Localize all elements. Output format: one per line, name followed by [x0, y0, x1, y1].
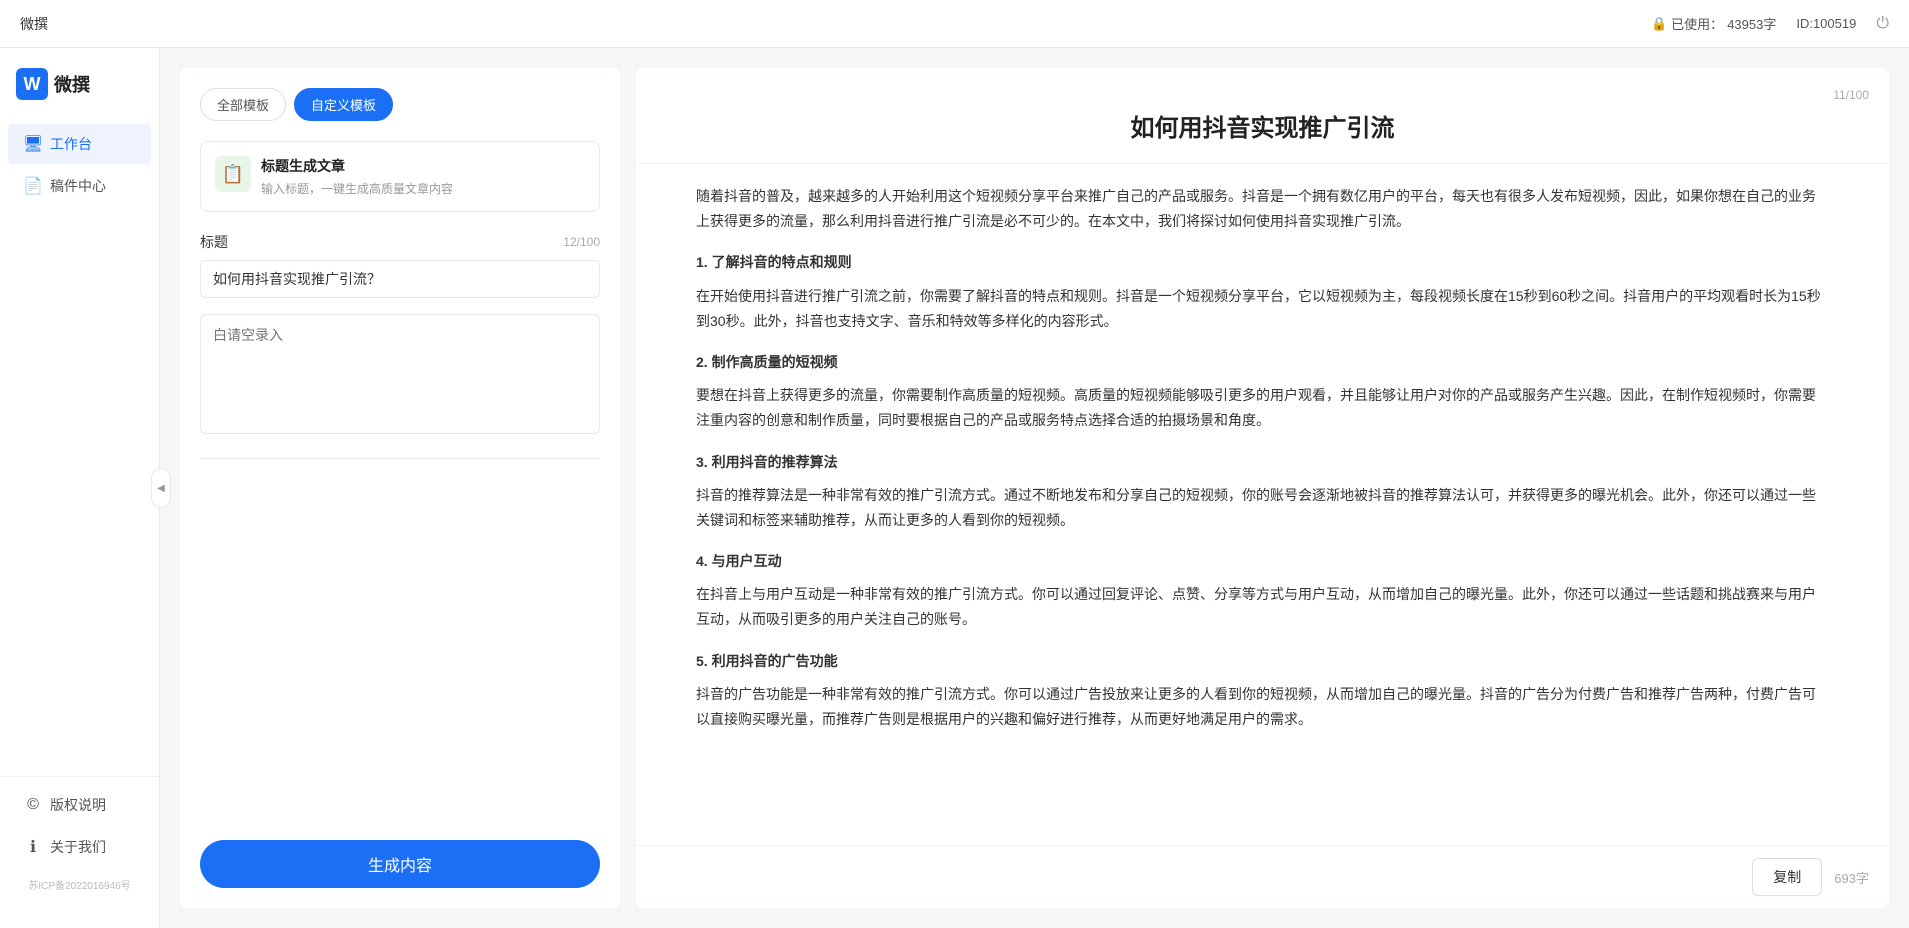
template-desc: 输入标题，一键生成高质量文章内容 [261, 180, 585, 197]
sidebar-item-copyright[interactable]: © 版权说明 [8, 785, 151, 825]
article-heading-9: 5. 利用抖音的广告功能 [696, 649, 1829, 674]
article-para-0: 随着抖音的普及，越来越多的人开始利用这个短视频分享平台来推广自己的产品或服务。抖… [696, 184, 1829, 234]
generate-button[interactable]: 生成内容 [200, 840, 600, 888]
copy-button[interactable]: 复制 [1752, 858, 1822, 896]
drafts-icon: 📄 [24, 177, 42, 195]
sidebar-item-about[interactable]: ℹ 关于我们 [8, 827, 151, 867]
logo-icon: W [16, 68, 48, 100]
word-count: 693字 [1834, 868, 1869, 887]
used-info: 🔒 已使用： 43953字 [1651, 14, 1776, 33]
topbar-right: 🔒 已使用： 43953字 ID:100519 ⏻ [1651, 14, 1889, 33]
topbar-title: 微撰 [20, 14, 48, 34]
tab-custom-templates[interactable]: 自定义模板 [294, 88, 393, 121]
sidebar-item-label: 工作台 [50, 134, 92, 154]
title-field-label-row: 标题 12/100 [200, 232, 600, 252]
article-heading-1: 1. 了解抖音的特点和规则 [696, 250, 1829, 275]
template-name: 标题生成文章 [261, 156, 585, 176]
article-para-2: 在开始使用抖音进行推广引流之前，你需要了解抖音的特点和规则。抖音是一个短视频分享… [696, 284, 1829, 334]
power-icon[interactable]: ⏻ [1876, 15, 1889, 33]
content-area: 全部模板 自定义模板 📋 标题生成文章 输入标题，一键生成高质量文章内容 标题 … [160, 48, 1909, 928]
content-textarea[interactable] [200, 314, 600, 434]
main-layout: W 微撰 🖥 工作台 📄 稿件中心 © 版权说明 ℹ 关于我们 苏ICP备202… [0, 48, 1909, 928]
logo-text: 微撰 [54, 71, 90, 97]
tab-all-templates[interactable]: 全部模板 [200, 88, 286, 121]
sidebar: W 微撰 🖥 工作台 📄 稿件中心 © 版权说明 ℹ 关于我们 苏ICP备202… [0, 48, 160, 928]
left-panel: 全部模板 自定义模板 📋 标题生成文章 输入标题，一键生成高质量文章内容 标题 … [180, 68, 620, 908]
sidebar-item-label: 稿件中心 [50, 176, 106, 196]
template-card-icon: 📋 [215, 156, 251, 192]
right-panel: 如何用抖音实现推广引流 11/100 随着抖音的普及，越来越多的人开始利用这个短… [636, 68, 1889, 908]
title-input[interactable] [200, 260, 600, 298]
template-info: 标题生成文章 输入标题，一键生成高质量文章内容 [261, 156, 585, 197]
field-divider [200, 458, 600, 459]
template-card[interactable]: 📋 标题生成文章 输入标题，一键生成高质量文章内容 [200, 141, 600, 212]
article-heading-7: 4. 与用户互动 [696, 549, 1829, 574]
sidebar-item-label: 版权说明 [50, 795, 106, 815]
title-field-label: 标题 [200, 232, 228, 252]
article-body[interactable]: 随着抖音的普及，越来越多的人开始利用这个短视频分享平台来推广自己的产品或服务。抖… [636, 164, 1889, 845]
workbench-icon: 🖥 [24, 135, 42, 153]
topbar: 微撰 🔒 已使用： 43953字 ID:100519 ⏻ [0, 0, 1909, 48]
sidebar-nav: 🖥 工作台 📄 稿件中心 [0, 124, 159, 776]
user-id: ID:100519 [1796, 16, 1856, 31]
used-count: 43953字 [1727, 14, 1776, 33]
title-field-count: 12/100 [563, 235, 600, 249]
right-panel-footer: 复制 693字 [636, 845, 1889, 908]
sidebar-item-workbench[interactable]: 🖥 工作台 [8, 124, 151, 164]
article-para-4: 要想在抖音上获得更多的流量，你需要制作高质量的短视频。高质量的短视频能够吸引更多… [696, 383, 1829, 433]
sidebar-item-label: 关于我们 [50, 837, 106, 857]
right-panel-header: 如何用抖音实现推广引流 11/100 [636, 68, 1889, 164]
lock-icon: 🔒 [1651, 16, 1667, 32]
sidebar-item-drafts[interactable]: 📄 稿件中心 [8, 166, 151, 206]
article-title: 如何用抖音实现推广引流 [676, 88, 1849, 153]
article-para-8: 在抖音上与用户互动是一种非常有效的推广引流方式。你可以通过回复评论、点赞、分享等… [696, 582, 1829, 632]
page-count: 11/100 [1833, 88, 1869, 102]
icp-text: 苏ICP备2022016946号 [0, 869, 159, 900]
used-label: 已使用： [1671, 14, 1723, 33]
article-heading-3: 2. 制作高质量的短视频 [696, 350, 1829, 375]
info-icon: ℹ [24, 838, 42, 856]
sidebar-bottom: © 版权说明 ℹ 关于我们 苏ICP备2022016946号 [0, 776, 159, 908]
tabs-row: 全部模板 自定义模板 [200, 88, 600, 121]
article-para-10: 抖音的广告功能是一种非常有效的推广引流方式。你可以通过广告投放来让更多的人看到你… [696, 682, 1829, 732]
sidebar-collapse-button[interactable]: ◀ [151, 468, 171, 508]
sidebar-logo: W 微撰 [0, 68, 159, 124]
article-heading-5: 3. 利用抖音的推荐算法 [696, 450, 1829, 475]
copyright-icon: © [24, 796, 42, 814]
article-para-6: 抖音的推荐算法是一种非常有效的推广引流方式。通过不断地发布和分享自己的短视频，你… [696, 483, 1829, 533]
